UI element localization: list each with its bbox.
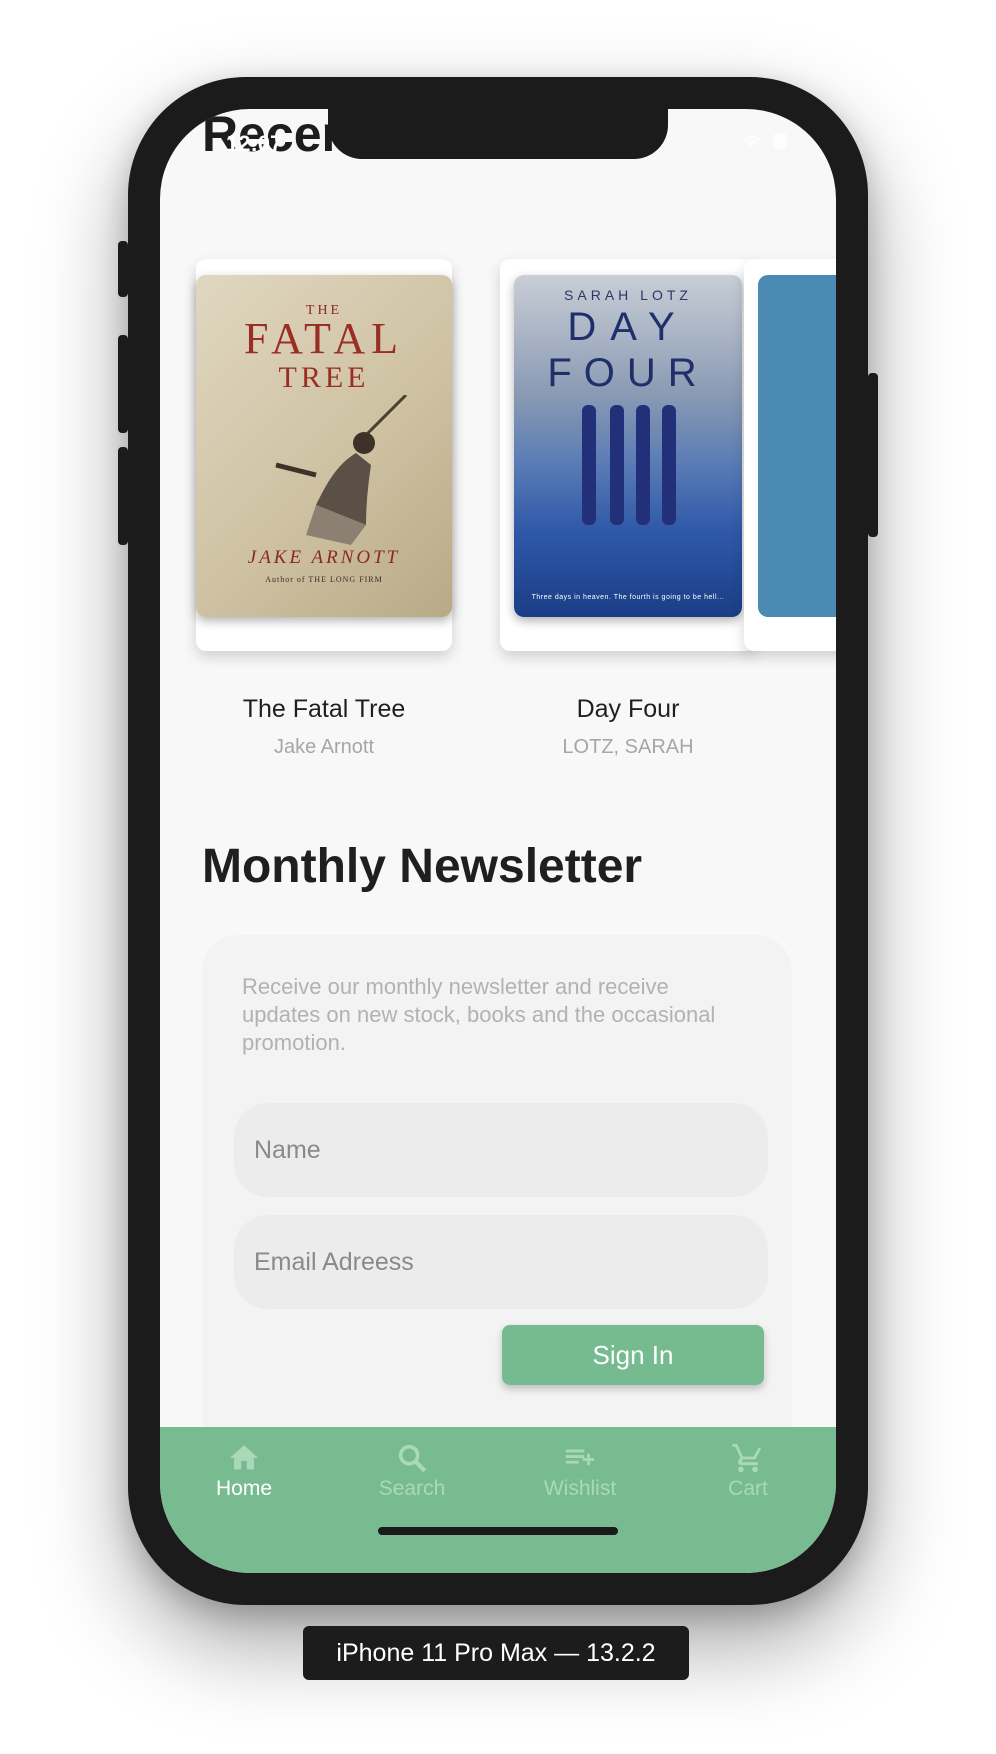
nav-label-wishlist: Wishlist [543,1477,617,1500]
nav-label-home: Home [215,1477,273,1500]
mute-switch [118,241,128,297]
tally-mark [582,405,596,525]
cart-icon [732,1443,762,1473]
book-title: The Fatal Tree [242,695,406,723]
device-frame: 12:07 Recent THE FATAL TREE JAKE ARNOTT … [118,77,878,1605]
cover-title-line1: FATAL [243,314,405,363]
cover-title-line2: FOUR [547,351,709,395]
search-icon [398,1444,427,1473]
book-card-partial[interactable] [744,259,836,651]
status-icons [738,133,786,149]
cover-title-line2: TREE [278,361,370,394]
home-icon [229,1445,259,1470]
cover-tagline: Three days in heaven. The fourth is goin… [531,594,725,601]
wifi-icon [742,135,760,148]
book-author: Jake Arnott [273,736,375,758]
book-cover-image: THE FATAL TREE JAKE ARNOTT Author of THE… [196,275,452,617]
book-author: LOTZ, SARAH [562,736,694,758]
name-input[interactable] [234,1103,768,1197]
nav-item-home[interactable]: Home [184,1441,304,1501]
cover-illustration [275,395,408,545]
newsletter-heading: Monthly Newsletter [202,840,643,893]
playlist-add-icon [565,1449,595,1466]
tally-mark [662,405,676,525]
book-title: Day Four [576,695,680,723]
nav-item-wishlist[interactable]: Wishlist [520,1441,640,1501]
tally-mark [636,405,650,525]
newsletter-card: Receive our monthly newsletter and recei… [202,935,792,1501]
cover-author: SARAH LOTZ [564,287,692,303]
battery-icon [774,133,786,149]
cover-title-line1: DAY [567,305,689,349]
nav-item-search[interactable]: Search [352,1441,472,1501]
nav-label-search: Search [378,1477,446,1500]
newsletter-description: Receive our monthly newsletter and recei… [242,974,716,1055]
power-button [868,373,878,537]
book-cover-image: SARAH LOTZ DAY FOUR Three days in heaven… [514,275,742,617]
notch [328,109,668,159]
bottom-navigation: Home Search Wishlist Cart [160,1427,836,1573]
volume-up-button [118,335,128,433]
cover-author: JAKE ARNOTT [247,547,401,568]
book-card-day-four[interactable]: SARAH LOTZ DAY FOUR Three days in heaven… [500,259,756,651]
nav-label-cart: Cart [728,1477,768,1500]
cover-subline: Author of THE LONG FIRM [265,575,383,584]
home-indicator [378,1527,618,1535]
nav-item-cart[interactable]: Cart [688,1441,808,1501]
book-card-fatal-tree[interactable]: THE FATAL TREE JAKE ARNOTT Author of THE… [196,259,452,651]
device-label: iPhone 11 Pro Max — 13.2.2 [303,1626,689,1680]
book-cover-image [758,275,836,617]
sign-in-button[interactable]: Sign In [502,1325,764,1385]
tally-mark [610,405,624,525]
status-time: 12:07 [226,131,283,156]
app-screen: 12:07 Recent THE FATAL TREE JAKE ARNOTT … [160,109,836,1573]
volume-down-button [118,447,128,545]
email-input[interactable] [234,1215,768,1309]
